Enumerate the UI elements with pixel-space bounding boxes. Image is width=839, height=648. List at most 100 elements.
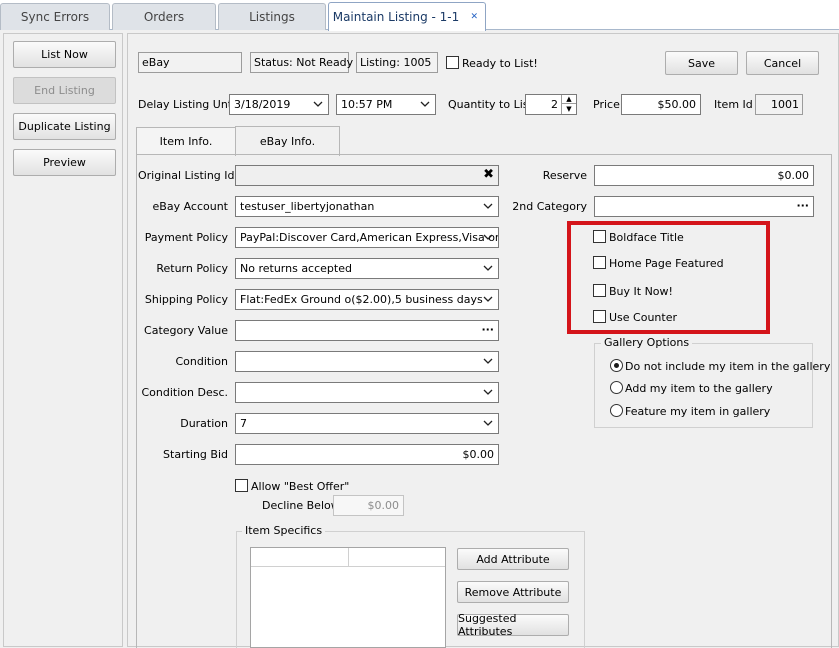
listing-number-field: Listing: 1005	[356, 52, 438, 73]
gallery-option-feature-label: Feature my item in gallery	[625, 405, 771, 418]
payment-policy-dropdown[interactable]: PayPal:Discover Card,American Express,Vi…	[235, 227, 499, 248]
delay-time-picker[interactable]: 10:57 PM	[336, 94, 436, 115]
chevron-down-icon	[483, 203, 493, 209]
tab-item-info[interactable]: Item Info.	[136, 127, 236, 155]
boldface-title-checkbox[interactable]	[593, 230, 606, 243]
return-policy-value: No returns accepted	[240, 262, 352, 275]
maintain-listing-panel: eBay Status: Not Ready Listing: 1005 Rea…	[127, 33, 839, 648]
tab-label: Sync Errors	[20, 10, 90, 24]
tab-label: Item Info.	[159, 135, 213, 148]
price-field[interactable]: $50.00	[621, 94, 701, 115]
chevron-down-icon	[483, 358, 493, 364]
starting-bid-field[interactable]: $0.00	[235, 444, 499, 465]
browse-ellipsis-icon[interactable]: ···	[481, 323, 494, 336]
chevron-down-icon	[420, 101, 430, 107]
use-counter-checkbox[interactable]	[593, 310, 606, 323]
duration-value: 7	[240, 417, 247, 430]
tab-label: Maintain Listing - 1-1	[332, 10, 460, 24]
condition-dropdown[interactable]	[235, 351, 499, 372]
second-category-field[interactable]: ···	[594, 196, 814, 217]
tab-label: eBay Info.	[259, 135, 316, 148]
original-listing-id-field[interactable]: ✖	[235, 165, 499, 186]
spin-up-icon[interactable]: ▲	[562, 95, 576, 104]
clear-icon[interactable]: ✖	[483, 167, 494, 182]
duplicate-listing-button[interactable]: Duplicate Listing	[13, 113, 116, 140]
ebay-account-value: testuser_libertyjonathan	[240, 200, 375, 213]
save-button[interactable]: Save	[665, 51, 738, 75]
gallery-option-feature-radio[interactable]	[610, 404, 623, 417]
decline-below-label: Decline Below	[262, 499, 340, 512]
shipping-policy-dropdown[interactable]: Flat:FedEx Ground o($2.00),5 business da…	[235, 289, 499, 310]
remove-attribute-button[interactable]: Remove Attribute	[457, 581, 569, 603]
home-page-featured-checkbox[interactable]	[593, 256, 606, 269]
condition-desc-dropdown[interactable]	[235, 382, 499, 403]
return-policy-dropdown[interactable]: No returns accepted	[235, 258, 499, 279]
item-specifics-title: Item Specifics	[242, 524, 326, 537]
condition-label: Condition	[175, 355, 229, 368]
ebay-account-dropdown[interactable]: testuser_libertyjonathan	[235, 196, 499, 217]
second-category-label: 2nd Category	[512, 200, 587, 213]
reserve-field[interactable]: $0.00	[594, 165, 814, 186]
tab-sync-errors[interactable]: Sync Errors	[0, 3, 110, 30]
boldface-title-label: Boldface Title	[609, 231, 684, 244]
tab-ebay-info[interactable]: eBay Info.	[235, 126, 340, 156]
document-tab-bar: Sync Errors Orders Listings Maintain Lis…	[0, 0, 839, 31]
category-value-field[interactable]: ···	[235, 320, 499, 341]
gallery-option-none-label: Do not include my item in the gallery	[625, 360, 831, 373]
attributes-grid[interactable]	[250, 547, 446, 648]
ready-to-list-checkbox[interactable]	[446, 56, 459, 69]
reserve-label: Reserve	[542, 169, 587, 182]
left-action-panel: List Now End Listing Duplicate Listing P…	[3, 33, 123, 647]
allow-best-offer-checkbox[interactable]	[235, 479, 248, 492]
starting-bid-label: Starting Bid	[163, 448, 228, 461]
category-value-label: Category Value	[144, 324, 228, 337]
tab-orders[interactable]: Orders	[112, 3, 216, 30]
close-icon[interactable]: ✕	[467, 10, 481, 24]
tab-listings[interactable]: Listings	[218, 3, 326, 30]
tab-label: Listings	[249, 10, 295, 24]
shipping-policy-value: Flat:FedEx Ground o($2.00),5 business da…	[240, 293, 483, 306]
quantity-label: Quantity to List	[448, 98, 533, 111]
decline-below-field[interactable]: $0.00	[333, 495, 404, 516]
original-listing-id-label: Original Listing Id	[138, 169, 235, 182]
browse-ellipsis-icon[interactable]: ···	[796, 199, 809, 212]
spin-buttons[interactable]: ▲ ▼	[561, 95, 576, 114]
marketplace-field: eBay	[138, 52, 242, 73]
quantity-stepper[interactable]: 2 ▲ ▼	[525, 94, 577, 115]
list-now-button[interactable]: List Now	[13, 41, 116, 68]
gallery-option-add-radio[interactable]	[610, 381, 623, 394]
duration-dropdown[interactable]: 7	[235, 413, 499, 434]
tab-maintain-listing[interactable]: Maintain Listing - 1-1 ✕	[328, 2, 486, 31]
allow-best-offer-label: Allow "Best Offer"	[251, 480, 350, 493]
buy-it-now-label: Buy It Now!	[609, 285, 673, 298]
suggested-attributes-button[interactable]: Suggested Attributes	[457, 612, 569, 638]
delay-listing-label: Delay Listing Until	[138, 98, 239, 111]
buy-it-now-checkbox[interactable]	[593, 284, 606, 297]
quantity-value: 2	[551, 98, 558, 111]
cancel-button[interactable]: Cancel	[746, 51, 819, 75]
price-label: Price	[593, 98, 620, 111]
chevron-down-icon	[483, 265, 493, 271]
ready-to-list-label: Ready to List!	[462, 57, 538, 70]
chevron-down-icon	[483, 420, 493, 426]
preview-button[interactable]: Preview	[13, 149, 116, 176]
grid-header	[251, 548, 445, 567]
spin-down-icon[interactable]: ▼	[562, 104, 576, 113]
item-id-label: Item Id	[714, 98, 753, 111]
status-field: Status: Not Ready	[250, 52, 353, 73]
duration-label: Duration	[180, 417, 228, 430]
delay-date-picker[interactable]: 3/18/2019	[229, 94, 329, 115]
gallery-option-none-radio[interactable]	[610, 359, 623, 372]
condition-desc-label: Condition Desc.	[141, 386, 228, 399]
gallery-option-add-label: Add my item to the gallery	[625, 382, 773, 395]
chevron-down-icon	[313, 101, 323, 107]
chevron-down-icon	[483, 296, 493, 302]
gallery-options-title: Gallery Options	[601, 336, 693, 349]
end-listing-button[interactable]: End Listing	[13, 77, 116, 104]
ebay-account-label: eBay Account	[152, 200, 228, 213]
add-attribute-button[interactable]: Add Attribute	[457, 548, 569, 570]
chevron-down-icon	[483, 389, 493, 395]
use-counter-label: Use Counter	[609, 311, 678, 324]
grid-divider	[348, 548, 349, 567]
shipping-policy-label: Shipping Policy	[144, 293, 228, 306]
